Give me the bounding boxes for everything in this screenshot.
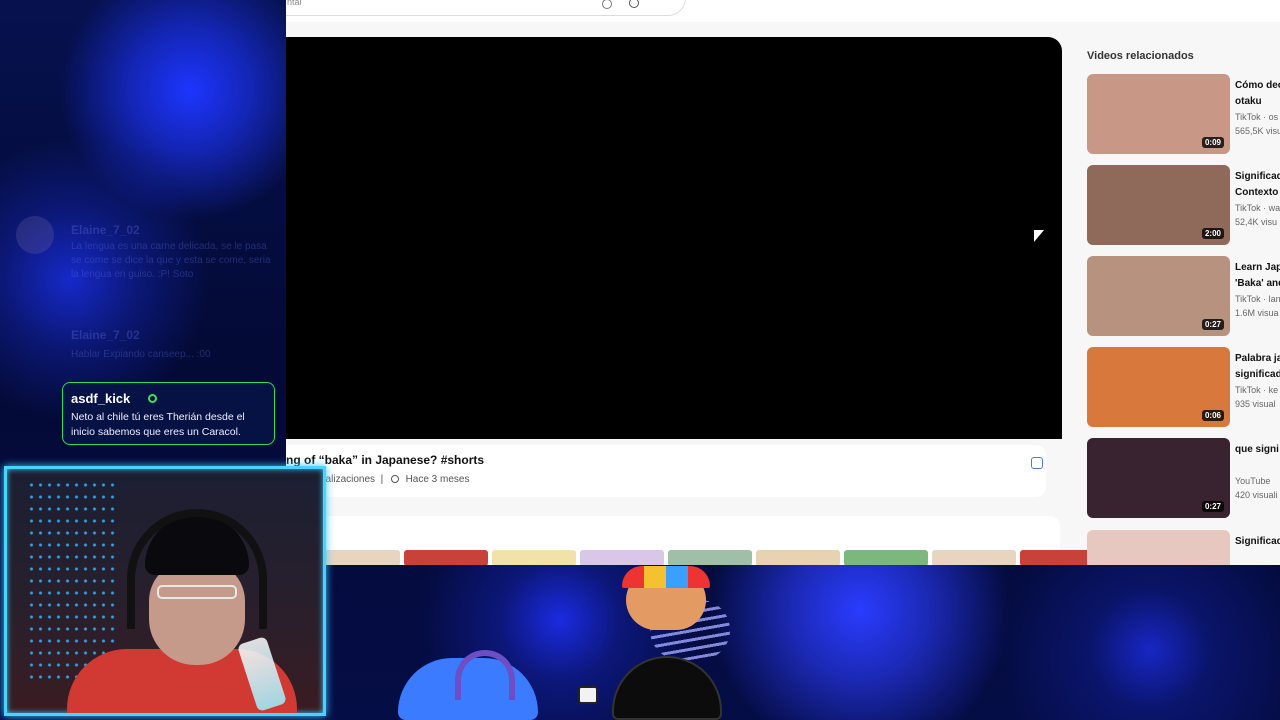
related-video-source: TikTok · os xyxy=(1235,112,1279,122)
video-player[interactable] xyxy=(286,37,1062,439)
video-date: Hace 3 meses xyxy=(405,474,470,485)
related-video-views: 420 visuali xyxy=(1235,490,1278,500)
video-duration: 0:27 xyxy=(1201,319,1224,330)
related-video-item[interactable]: SignificadTikTok · an xyxy=(1087,530,1280,565)
video-thumbnail[interactable]: 0:27 xyxy=(1087,438,1230,518)
related-video-title[interactable]: que signi xyxy=(1235,442,1280,458)
related-video-title[interactable]: Significad Contexto xyxy=(1235,169,1280,201)
browser-capture: ntal ng of “baka” in Japanese? #shorts u… xyxy=(286,0,1280,565)
video-info-card: ng of “baka” in Japanese? #shorts ualiza… xyxy=(286,445,1046,497)
related-video-views: 935 visual xyxy=(1235,399,1276,409)
related-video-title[interactable]: Learn Jap 'Baka' and xyxy=(1235,260,1280,292)
related-videos-heading: Videos relacionados xyxy=(1087,50,1194,62)
strip-thumbnail[interactable] xyxy=(932,550,1016,565)
related-video-title[interactable]: Cómo dec otaku xyxy=(1235,78,1280,110)
meta-separator: | xyxy=(380,474,384,485)
ghost-chat-message: Hablar Expiando canseep... :00 xyxy=(71,349,211,360)
chat-message-text: Neto al chile tú eres Therián desde el i… xyxy=(71,411,245,438)
search-box[interactable]: ntal xyxy=(286,0,686,16)
related-video-views: 52,4K visu xyxy=(1235,217,1278,227)
related-video-item[interactable]: 2:00 Significad Contexto TikTok · wa 52,4K … xyxy=(1087,165,1280,245)
strip-thumbnail[interactable] xyxy=(844,550,928,565)
browser-top-bar: ntal xyxy=(286,0,1280,22)
related-video-item[interactable]: 0:27 que signi YouTube 420 visuali xyxy=(1087,438,1280,518)
webcam-feed xyxy=(4,466,326,716)
video-duration: 0:27 xyxy=(1201,501,1224,512)
mouse-cursor-icon xyxy=(1034,230,1044,242)
related-video-views: 565,5K visu xyxy=(1235,126,1280,136)
clock-icon xyxy=(390,475,399,483)
strip-thumbnail[interactable] xyxy=(404,550,488,565)
strip-thumbnail[interactable] xyxy=(668,550,752,565)
related-video-title[interactable]: Palabra ja significad xyxy=(1235,351,1280,383)
glasses-icon xyxy=(157,585,237,599)
verified-badge-icon xyxy=(148,394,157,403)
strip-thumbnail[interactable] xyxy=(492,550,576,565)
chat-bubble-icon xyxy=(578,686,598,704)
video-duration: 2:00 xyxy=(1201,228,1224,239)
led-lights xyxy=(27,479,117,679)
ghost-chat-user: Elaine_7_02 xyxy=(71,223,140,237)
related-video-source: YouTube xyxy=(1235,476,1271,486)
ghost-chat-user: Elaine_7_02 xyxy=(71,328,140,342)
video-thumbnail[interactable]: 0:06 xyxy=(1087,347,1230,427)
video-thumbnail[interactable]: 2:00 xyxy=(1087,165,1230,245)
strip-thumbnail[interactable] xyxy=(756,550,840,565)
search-icon[interactable] xyxy=(629,0,639,8)
share-icon[interactable] xyxy=(1031,457,1043,469)
chat-username: asdf_kick xyxy=(71,391,131,406)
highlighted-chat-message: asdf_kick Neto al chile tú eres Therián … xyxy=(62,382,275,445)
related-video-source: TikTok · lan xyxy=(1235,294,1280,304)
microphone-icon[interactable] xyxy=(602,0,612,9)
related-video-item[interactable]: 0:27 Learn Jap 'Baka' and TikTok · lan 1.6M… xyxy=(1087,256,1280,336)
video-title[interactable]: ng of “baka” in Japanese? #shorts xyxy=(286,453,484,467)
related-video-item[interactable]: 0:06 Palabra ja significad TikTok · ke 935 … xyxy=(1087,347,1280,427)
video-thumbnail[interactable]: 0:27 xyxy=(1087,256,1230,336)
jester-hat-icon xyxy=(622,566,710,588)
related-video-source: TikTok · wa xyxy=(1235,203,1280,213)
search-input-text[interactable]: ntal xyxy=(287,0,302,7)
related-video-source: TikTok · ke xyxy=(1235,385,1279,395)
ghost-chat-message: La lengua es una carne delicada, se le p… xyxy=(71,241,271,280)
video-duration: 0:06 xyxy=(1201,410,1224,421)
related-video-item[interactable]: 0:09 Cómo dec otaku TikTok · os 565,5K visu xyxy=(1087,74,1280,154)
related-video-views: 1.6M visua xyxy=(1235,308,1279,318)
strip-thumbnail[interactable] xyxy=(316,550,400,565)
related-video-title[interactable]: Significad xyxy=(1235,534,1280,550)
headset-icon xyxy=(127,509,267,629)
video-duration: 0:09 xyxy=(1201,137,1224,148)
video-meta: ualizaciones | Hace 3 meses xyxy=(320,474,469,485)
chat-avatar xyxy=(16,216,54,254)
strip-thumbnail[interactable] xyxy=(580,550,664,565)
video-thumbnail[interactable]: 0:09 xyxy=(1087,74,1230,154)
view-count: ualizaciones xyxy=(320,474,376,485)
video-thumbnail[interactable] xyxy=(1087,530,1230,565)
